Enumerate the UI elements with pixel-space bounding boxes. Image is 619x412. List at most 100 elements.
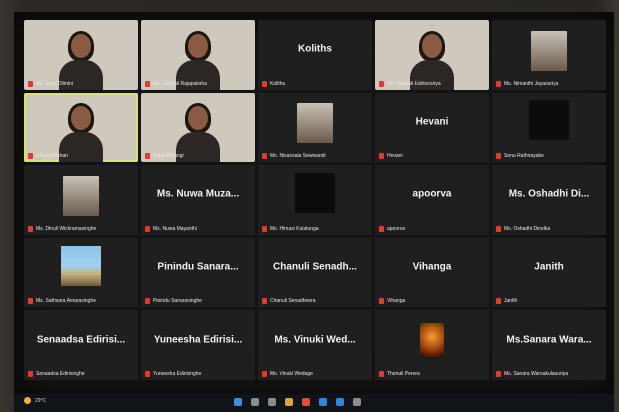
- file-explorer-icon[interactable]: [285, 398, 293, 406]
- participant-display-name: Chanuli Senadh...: [273, 261, 357, 273]
- participant-display-name: Ms. Oshadhi Di...: [508, 188, 590, 200]
- participant-tile[interactable]: Ms.Sanara Wara... Ms. Sanara Warnakulasur…: [492, 310, 606, 380]
- participant-tile[interactable]: Janith Janith: [492, 237, 606, 308]
- edge-icon[interactable]: [336, 398, 344, 406]
- mic-muted-icon: [496, 225, 501, 232]
- participant-tile[interactable]: Ms. Hansali Edirisooriya: [375, 20, 489, 90]
- participant-tile[interactable]: Yuneesha Edirisi... Yuneesha Edirisinghe: [141, 310, 255, 380]
- mic-muted-icon: [379, 298, 384, 305]
- weather-widget[interactable]: 29°C: [24, 397, 46, 404]
- zoom-icon[interactable]: [319, 398, 327, 406]
- mic-muted-icon: [496, 370, 501, 377]
- profile-photo: [295, 173, 335, 214]
- participant-name: Ms. Sandali Rajapaksha: [153, 80, 207, 87]
- mic-muted-icon: [28, 298, 33, 305]
- profile-photo: [297, 103, 333, 144]
- participant-display-name: Ms.Sanara Wara...: [506, 334, 592, 346]
- mic-muted-icon: [145, 370, 150, 377]
- participant-name-label: Ms. Sanara Warnakulasuriya: [496, 370, 602, 377]
- participant-name-label: Ms. Hansali Edirisooriya: [379, 80, 485, 87]
- participant-name-label: Vihanga: [379, 298, 485, 305]
- participant-display-name: Koliths: [298, 43, 332, 55]
- participant-display-name: Ms. Nuwa Muza...: [156, 188, 240, 200]
- participant-tile[interactable]: Anjali Dilrangi: [141, 92, 255, 163]
- participant-tile[interactable]: Senu Rathnayake: [492, 92, 606, 163]
- mic-muted-icon: [262, 370, 267, 377]
- mic-muted-icon: [262, 225, 267, 232]
- participant-tile[interactable]: Thenuli Perera: [375, 310, 489, 380]
- profile-photo: [63, 175, 99, 216]
- participant-tile[interactable]: Ms. Nuwa Muza... Ms. Nuwa Mayanthi: [141, 165, 255, 235]
- mic-muted-icon: [28, 153, 33, 160]
- participant-name: Ms. Sanara Warnakulasuriya: [504, 370, 569, 377]
- participant-name-label: Yuneesha Edirisinghe: [145, 370, 251, 377]
- participant-name: Ms. Hansali Edirisooriya: [387, 80, 441, 87]
- participant-tile[interactable]: Ms. Isuru Dilmini: [24, 20, 138, 90]
- participant-tile[interactable]: Koliths Kolithu: [258, 20, 372, 90]
- participant-name: Ms. Nisansala Sewwandi: [270, 153, 326, 160]
- participant-tile[interactable]: Ms. Nisansala Sewwandi: [258, 92, 372, 163]
- mic-muted-icon: [379, 225, 384, 232]
- participant-name-label: Ms. Nimanthi Jayasuriya: [496, 80, 602, 87]
- mic-muted-icon: [379, 370, 384, 377]
- participant-name-label: Senu Rathnayake: [496, 153, 602, 160]
- participant-name-label: Ms. Oshadhi Dinelka: [496, 225, 602, 232]
- participant-name-label: Ms. Isuru Dilmini: [28, 80, 134, 87]
- participant-name: Ms. Vinuki Wedage: [270, 370, 313, 377]
- mic-muted-icon: [262, 298, 267, 305]
- participant-name: Ms. Himasi Kulatunga: [270, 225, 319, 232]
- participant-tile[interactable]: apoorva apoorva: [375, 165, 489, 235]
- participant-tile[interactable]: Ms. Vinuki Wed... Ms. Vinuki Wedage: [258, 310, 372, 380]
- settings-icon[interactable]: [353, 398, 361, 406]
- participant-tile[interactable]: Ms. Nimanthi Jayasuriya: [492, 20, 606, 90]
- browser-icon[interactable]: [302, 398, 310, 406]
- participant-tile[interactable]: Hevani Hevani: [375, 92, 489, 163]
- mic-muted-icon: [379, 153, 384, 160]
- participant-name: Senaadsa Edirisinghe: [36, 370, 85, 377]
- participant-display-name: Yuneesha Edirisi...: [153, 334, 243, 346]
- participant-name-label: Anjali Dilrangi: [145, 153, 251, 160]
- participant-gallery: Ms. Isuru Dilmini Ms. Sandali Rajapaksha K…: [24, 20, 606, 380]
- search-icon[interactable]: [251, 398, 259, 406]
- participant-tile[interactable]: Ms. Sandali Rajapaksha: [141, 20, 255, 90]
- participant-tile[interactable]: Vihanga Vihanga: [375, 237, 489, 308]
- participant-tile[interactable]: Chanuli Senadh... Chanuli Senadheera: [258, 237, 372, 308]
- windows-start-icon[interactable]: [234, 398, 242, 406]
- mic-muted-icon: [28, 370, 33, 377]
- participant-tile[interactable]: Ishara Dilshan: [24, 92, 138, 163]
- participant-name-label: Pinindu Sanarasinghe: [145, 298, 251, 305]
- mic-muted-icon: [379, 80, 384, 87]
- participant-name: Yuneesha Edirisinghe: [153, 370, 202, 377]
- mic-muted-icon: [496, 80, 501, 87]
- participant-display-name: Senaadsa Edirisi...: [36, 334, 126, 346]
- participant-name: Ms. Nimanthi Jayasuriya: [504, 80, 559, 87]
- mic-muted-icon: [496, 153, 501, 160]
- mic-muted-icon: [145, 153, 150, 160]
- participant-display-name: Janith: [534, 261, 564, 273]
- participant-tile[interactable]: Senaadsa Edirisi... Senaadsa Edirisinghe: [24, 310, 138, 380]
- participant-name-label: Ms. Nisansala Sewwandi: [262, 153, 368, 160]
- participant-tile[interactable]: Ms. Oshadhi Di... Ms. Oshadhi Dinelka: [492, 165, 606, 235]
- participant-name: Senu Rathnayake: [504, 153, 544, 160]
- participant-tile[interactable]: Pinindu Sanara... Pinindu Sanarasinghe: [141, 237, 255, 308]
- taskbar-icons: [234, 398, 361, 406]
- mic-muted-icon: [28, 80, 33, 87]
- participant-tile[interactable]: Ms. Himasi Kulatunga: [258, 165, 372, 235]
- participant-tile[interactable]: Ms. Dinuli Wickramasinghe: [24, 165, 138, 235]
- mic-muted-icon: [496, 298, 501, 305]
- participant-name-label: Senaadsa Edirisinghe: [28, 370, 134, 377]
- participant-name: Ms. Isuru Dilmini: [36, 80, 73, 87]
- participant-name: Pinindu Sanarasinghe: [153, 298, 202, 305]
- weather-temperature: 29°C: [35, 397, 47, 404]
- mic-muted-icon: [145, 225, 150, 232]
- participant-name: Ms. Dinuli Wickramasinghe: [36, 225, 97, 232]
- participant-tile[interactable]: Ms. Sathsara Amarasinghe: [24, 237, 138, 308]
- participant-display-name: Ms. Vinuki Wed...: [274, 334, 356, 346]
- participant-name-label: Kolithu: [262, 80, 368, 87]
- participant-display-name: Hevani: [415, 116, 449, 128]
- task-view-icon[interactable]: [268, 398, 276, 406]
- profile-photo: [529, 100, 569, 141]
- participant-name-label: Thenuli Perera: [379, 370, 485, 377]
- participant-name: Kolithu: [270, 80, 286, 87]
- participant-display-name: Vihanga: [412, 261, 452, 273]
